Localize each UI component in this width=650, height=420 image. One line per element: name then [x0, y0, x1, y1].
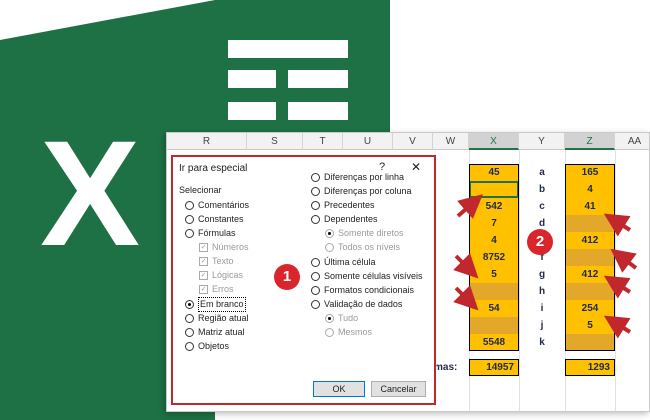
cancel-button[interactable]: Cancelar: [371, 381, 426, 397]
option-column-differences[interactable]: Diferenças por coluna: [311, 185, 412, 198]
option-label: Erros: [212, 284, 234, 294]
arrow-icon: [610, 248, 638, 273]
option-numbers: ✓ Números: [199, 241, 249, 254]
option-precedents[interactable]: Precedentes: [311, 199, 375, 212]
radio-icon[interactable]: [185, 314, 194, 323]
option-visible-cells-only[interactable]: Somente células visíveis: [311, 270, 423, 283]
option-label: Última célula: [324, 257, 376, 267]
checkbox-icon: ✓: [199, 257, 208, 266]
option-label: Somente células visíveis: [324, 271, 423, 281]
select-section-label: Selecionar: [179, 185, 222, 195]
option-label: Dependentes: [324, 214, 378, 224]
option-label: Tudo: [338, 313, 359, 323]
option-label: Constantes: [198, 214, 244, 224]
arrow-icon: [603, 315, 632, 339]
option-dependents[interactable]: Dependentes: [311, 213, 378, 226]
option-label: Comentários: [198, 200, 250, 210]
option-all-levels: Todos os níveis: [325, 241, 400, 254]
radio-icon[interactable]: [311, 258, 320, 267]
option-label: Texto: [212, 256, 234, 266]
option-label: Somente diretos: [338, 228, 404, 238]
checkbox-icon: ✓: [199, 243, 208, 252]
radio-icon[interactable]: [311, 187, 320, 196]
dialog-title: Ir para especial: [179, 163, 248, 174]
step-badge-1: 1: [274, 264, 300, 290]
radio-icon[interactable]: [185, 215, 194, 224]
option-label: Diferenças por coluna: [324, 186, 412, 196]
option-logicals: ✓ Lógicas: [199, 269, 243, 282]
option-label: Números: [212, 242, 249, 252]
option-label: Região atual: [198, 313, 249, 323]
option-label: Diferenças por linha: [324, 172, 405, 182]
option-objects[interactable]: Objetos: [185, 340, 229, 353]
option-formulas[interactable]: Fórmulas: [185, 227, 236, 240]
radio-icon[interactable]: [185, 328, 194, 337]
checkbox-icon: ✓: [199, 285, 208, 294]
radio-icon: [325, 328, 334, 337]
go-to-special-dialog: Ir para especial ? ✕ Selecionar Comentár…: [171, 155, 436, 405]
radio-icon[interactable]: [311, 300, 320, 309]
arrow-icon: [453, 285, 479, 311]
radio-icon[interactable]: [311, 272, 320, 281]
screenshot-stage: X R S T U V W X Y Z AA 45 542 7 4 8752 5…: [0, 0, 650, 420]
option-current-array[interactable]: Matriz atual: [185, 326, 245, 339]
option-label: Lógicas: [212, 270, 244, 280]
radio-icon[interactable]: [311, 201, 320, 210]
option-same: Mesmos: [325, 326, 372, 339]
option-conditional-formats[interactable]: Formatos condicionais: [311, 284, 414, 297]
close-icon[interactable]: ✕: [411, 160, 421, 174]
arrow-icon: [453, 253, 479, 279]
radio-icon[interactable]: [185, 300, 194, 309]
radio-icon: [325, 229, 334, 238]
option-all: Tudo: [325, 312, 358, 325]
option-label: Formatos condicionais: [324, 285, 415, 295]
option-label: Todos os níveis: [338, 242, 401, 252]
option-errors: ✓ Erros: [199, 283, 234, 296]
radio-icon[interactable]: [311, 173, 320, 182]
option-label: Mesmos: [338, 327, 373, 337]
option-label: Validação de dados: [324, 299, 403, 309]
radio-icon[interactable]: [311, 286, 320, 295]
arrow-icon: [456, 194, 484, 219]
option-text: ✓ Texto: [199, 255, 234, 268]
option-current-region[interactable]: Região atual: [185, 312, 249, 325]
option-label: Precedentes: [324, 200, 375, 210]
ok-button[interactable]: OK: [313, 381, 365, 397]
arrow-icon: [603, 275, 632, 299]
radio-icon[interactable]: [185, 342, 194, 351]
option-label: Em branco: [198, 297, 246, 312]
option-label: Fórmulas: [198, 228, 236, 238]
step-badge-2: 2: [527, 229, 553, 255]
radio-icon[interactable]: [185, 229, 194, 238]
option-data-validation[interactable]: Validação de dados: [311, 298, 402, 311]
option-label: Matriz atual: [198, 327, 245, 337]
option-last-cell[interactable]: Última célula: [311, 256, 376, 269]
arrow-icon: [603, 213, 632, 237]
option-comments[interactable]: Comentários: [185, 199, 249, 212]
radio-icon[interactable]: [311, 215, 320, 224]
option-direct-only: Somente diretos: [325, 227, 404, 240]
option-row-differences[interactable]: Diferenças por linha: [311, 171, 404, 184]
option-blanks[interactable]: Em branco: [185, 297, 246, 312]
option-label: Objetos: [198, 341, 230, 351]
checkbox-icon: ✓: [199, 271, 208, 280]
radio-icon: [325, 243, 334, 252]
option-constants[interactable]: Constantes: [185, 213, 244, 226]
radio-icon[interactable]: [185, 201, 194, 210]
radio-icon: [325, 314, 334, 323]
